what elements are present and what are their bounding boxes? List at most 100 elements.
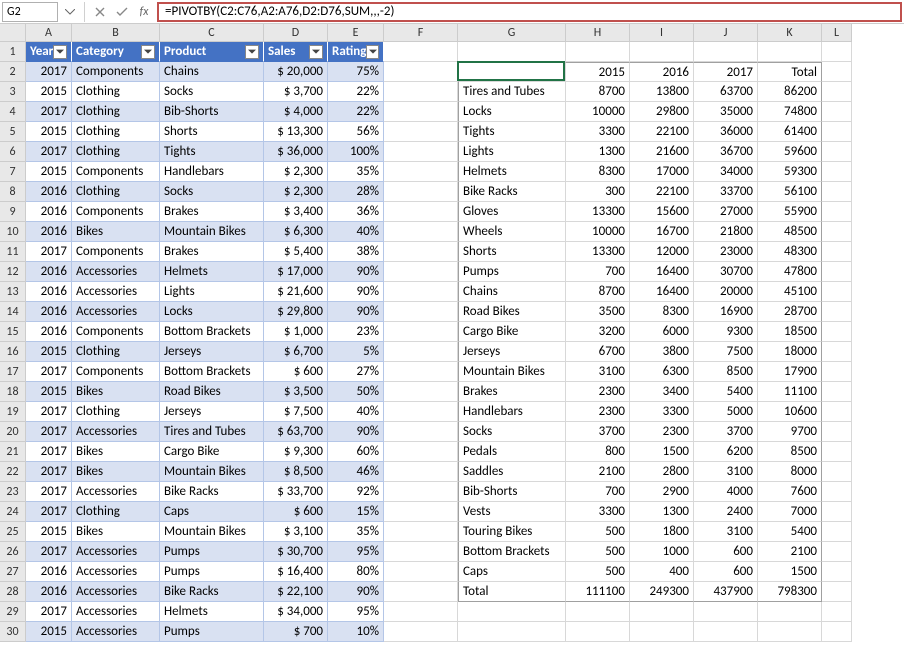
cell-C27[interactable]: Pumps <box>160 562 264 582</box>
cell-F28[interactable] <box>384 582 458 602</box>
cell-D3[interactable]: $ 3,700 <box>264 82 328 102</box>
cell-H13[interactable]: 8700 <box>566 282 630 302</box>
cell-B5[interactable]: Clothing <box>72 122 160 142</box>
cell-B9[interactable]: Components <box>72 202 160 222</box>
cell-H18[interactable]: 2300 <box>566 382 630 402</box>
fx-icon[interactable]: fx <box>135 2 153 22</box>
cell-K7[interactable]: 59300 <box>758 162 822 182</box>
cell-L13[interactable] <box>822 282 852 302</box>
cell-F2[interactable] <box>384 62 458 82</box>
filter-dropdown-icon[interactable] <box>53 45 67 59</box>
cell-L22[interactable] <box>822 462 852 482</box>
cell-C30[interactable]: Pumps <box>160 622 264 642</box>
row-header-27[interactable]: 27 <box>0 562 26 582</box>
cell-G12[interactable]: Pumps <box>458 262 566 282</box>
cell-H11[interactable]: 13300 <box>566 242 630 262</box>
cell-H10[interactable]: 10000 <box>566 222 630 242</box>
cell-G13[interactable]: Chains <box>458 282 566 302</box>
cell-K4[interactable]: 74800 <box>758 102 822 122</box>
cell-L12[interactable] <box>822 262 852 282</box>
cell-D19[interactable]: $ 7,500 <box>264 402 328 422</box>
cell-F20[interactable] <box>384 422 458 442</box>
cell-B12[interactable]: Accessories <box>72 262 160 282</box>
cell-J13[interactable]: 20000 <box>694 282 758 302</box>
cell-E23[interactable]: 92% <box>328 482 384 502</box>
cell-H20[interactable]: 3700 <box>566 422 630 442</box>
row-header-20[interactable]: 20 <box>0 422 26 442</box>
cell-G23[interactable]: Bib-Shorts <box>458 482 566 502</box>
cell-G11[interactable]: Shorts <box>458 242 566 262</box>
row-header-8[interactable]: 8 <box>0 182 26 202</box>
row-header-4[interactable]: 4 <box>0 102 26 122</box>
accept-formula-icon[interactable] <box>113 2 131 22</box>
cell-B23[interactable]: Accessories <box>72 482 160 502</box>
cell-I26[interactable]: 1000 <box>630 542 694 562</box>
cell-C11[interactable]: Brakes <box>160 242 264 262</box>
cell-G20[interactable]: Socks <box>458 422 566 442</box>
cell-E11[interactable]: 38% <box>328 242 384 262</box>
col-header-G[interactable]: G <box>458 24 566 42</box>
cell-J28[interactable]: 437900 <box>694 582 758 602</box>
cell-J9[interactable]: 27000 <box>694 202 758 222</box>
cell-F12[interactable] <box>384 262 458 282</box>
cell-F16[interactable] <box>384 342 458 362</box>
cell-D6[interactable]: $ 36,000 <box>264 142 328 162</box>
col-header-F[interactable]: F <box>384 24 458 42</box>
cell-D18[interactable]: $ 3,500 <box>264 382 328 402</box>
cell-A16[interactable]: 2015 <box>26 342 72 362</box>
cell-D2[interactable]: $ 20,000 <box>264 62 328 82</box>
col-header-D[interactable]: D <box>264 24 328 42</box>
cell-J14[interactable]: 16900 <box>694 302 758 322</box>
cell-C25[interactable]: Mountain Bikes <box>160 522 264 542</box>
cell-L18[interactable] <box>822 382 852 402</box>
cell-E9[interactable]: 36% <box>328 202 384 222</box>
cell-I28[interactable]: 249300 <box>630 582 694 602</box>
cell-C7[interactable]: Handlebars <box>160 162 264 182</box>
cell-C8[interactable]: Socks <box>160 182 264 202</box>
cancel-formula-icon[interactable] <box>91 2 109 22</box>
cell-E24[interactable]: 15% <box>328 502 384 522</box>
cell-G21[interactable]: Pedals <box>458 442 566 462</box>
cell-E21[interactable]: 60% <box>328 442 384 462</box>
cell-L29[interactable] <box>822 602 852 622</box>
cell-B25[interactable]: Bikes <box>72 522 160 542</box>
cell-A29[interactable]: 2017 <box>26 602 72 622</box>
cell-B30[interactable]: Accessories <box>72 622 160 642</box>
cell-F24[interactable] <box>384 502 458 522</box>
cell-B2[interactable]: Components <box>72 62 160 82</box>
row-header-16[interactable]: 16 <box>0 342 26 362</box>
cell-K14[interactable]: 28700 <box>758 302 822 322</box>
row-header-17[interactable]: 17 <box>0 362 26 382</box>
cell-H23[interactable]: 700 <box>566 482 630 502</box>
cell-D7[interactable]: $ 2,300 <box>264 162 328 182</box>
cell-A11[interactable]: 2017 <box>26 242 72 262</box>
cell-L6[interactable] <box>822 142 852 162</box>
cell-I7[interactable]: 17000 <box>630 162 694 182</box>
cell-J22[interactable]: 3100 <box>694 462 758 482</box>
cell-H9[interactable]: 13300 <box>566 202 630 222</box>
cell-A18[interactable]: 2015 <box>26 382 72 402</box>
cell-B18[interactable]: Bikes <box>72 382 160 402</box>
cell-H6[interactable]: 1300 <box>566 142 630 162</box>
cell-F18[interactable] <box>384 382 458 402</box>
cell-D20[interactable]: $ 63,700 <box>264 422 328 442</box>
cell-F15[interactable] <box>384 322 458 342</box>
cell-E29[interactable]: 95% <box>328 602 384 622</box>
cell-F9[interactable] <box>384 202 458 222</box>
cell-D24[interactable]: $ 600 <box>264 502 328 522</box>
cell-A10[interactable]: 2016 <box>26 222 72 242</box>
cell-B17[interactable]: Components <box>72 362 160 382</box>
cell-H16[interactable]: 6700 <box>566 342 630 362</box>
row-header-13[interactable]: 13 <box>0 282 26 302</box>
cell-B4[interactable]: Clothing <box>72 102 160 122</box>
cell-A13[interactable]: 2016 <box>26 282 72 302</box>
cell-A26[interactable]: 2017 <box>26 542 72 562</box>
cell-I21[interactable]: 1500 <box>630 442 694 462</box>
cell-K24[interactable]: 7000 <box>758 502 822 522</box>
cell-F23[interactable] <box>384 482 458 502</box>
cell-E17[interactable]: 27% <box>328 362 384 382</box>
cell-F21[interactable] <box>384 442 458 462</box>
cell-B3[interactable]: Clothing <box>72 82 160 102</box>
cell-L14[interactable] <box>822 302 852 322</box>
cell-K26[interactable]: 2100 <box>758 542 822 562</box>
